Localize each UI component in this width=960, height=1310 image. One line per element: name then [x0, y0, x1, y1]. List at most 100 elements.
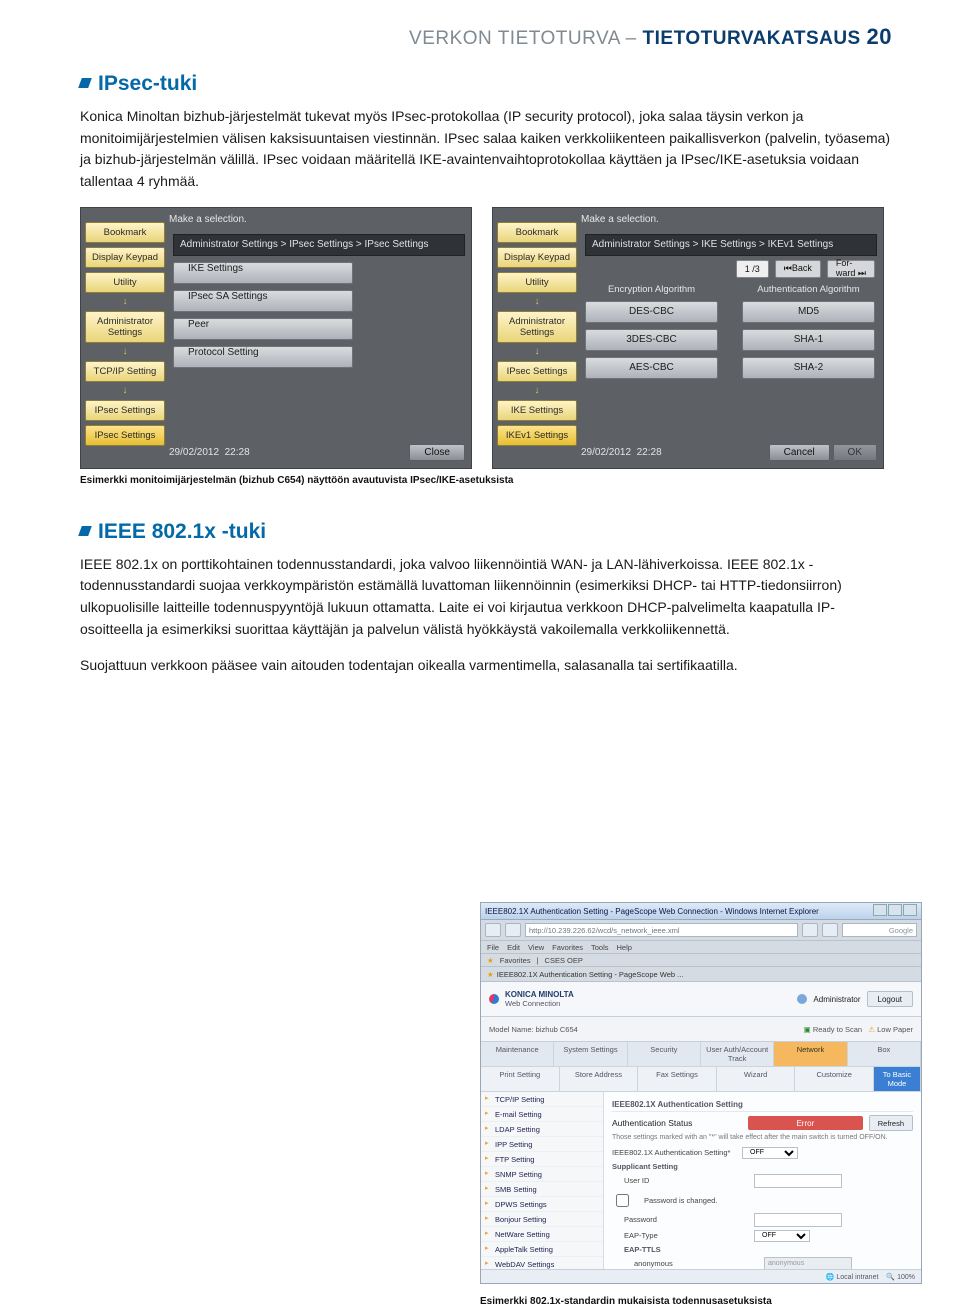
- close-icon[interactable]: [903, 904, 917, 916]
- browser-tab[interactable]: ★IEEE802.1X Authentication Setting - Pag…: [481, 967, 921, 982]
- panel1-date: 29/02/2012: [169, 447, 219, 458]
- leftnav-item[interactable]: E-mail Setting: [481, 1107, 603, 1122]
- menu-tools[interactable]: Tools: [591, 943, 609, 952]
- leftnav-item[interactable]: SNMP Setting: [481, 1167, 603, 1182]
- field-label: EAP-TTLS: [612, 1245, 754, 1254]
- cancel-button[interactable]: Cancel: [769, 444, 830, 461]
- sidebar-bookmark[interactable]: Bookmark: [497, 222, 577, 243]
- tab-network[interactable]: Network: [774, 1042, 847, 1066]
- leftnav-item[interactable]: SMB Setting: [481, 1182, 603, 1197]
- tab-security[interactable]: Security: [628, 1042, 701, 1066]
- refresh-button[interactable]: [802, 923, 818, 937]
- tab-tobasic[interactable]: To Basic Mode: [874, 1067, 921, 1091]
- menu-view[interactable]: View: [528, 943, 544, 952]
- form-row: EAP-TypeOFF: [612, 1228, 913, 1243]
- btn-md5[interactable]: MD5: [742, 301, 875, 323]
- sidebar-ikev1[interactable]: IKEv1 Settings: [497, 425, 577, 446]
- btn-sha2[interactable]: SHA-2: [742, 357, 875, 379]
- stop-button[interactable]: [822, 923, 838, 937]
- sidebar-ike[interactable]: IKE Settings: [497, 400, 577, 421]
- forward-button[interactable]: [505, 923, 521, 937]
- sidebar-utility[interactable]: Utility: [85, 272, 165, 293]
- leftnav-item[interactable]: DPWS Settings: [481, 1197, 603, 1212]
- sidebar-ipsec[interactable]: IPsec Settings: [497, 361, 577, 382]
- menu-file[interactable]: File: [487, 943, 499, 952]
- tab-store[interactable]: Store Address: [560, 1067, 639, 1091]
- maximize-icon[interactable]: [888, 904, 902, 916]
- select-ieee802-1x-authentication-setting-[interactable]: OFF: [742, 1147, 798, 1159]
- url-input[interactable]: http://10.239.226.62/wcd/s_network_ieee.…: [525, 923, 798, 937]
- sidebar-utility[interactable]: Utility: [497, 272, 577, 293]
- btn-aes-cbc[interactable]: AES-CBC: [585, 357, 718, 379]
- leftnav-item[interactable]: LDAP Setting: [481, 1122, 603, 1137]
- sidebar-tcpip[interactable]: TCP/IP Setting: [85, 361, 165, 382]
- auth-status-error: Error: [748, 1116, 863, 1130]
- refresh-button[interactable]: Refresh: [869, 1115, 913, 1131]
- btn-3des-cbc[interactable]: 3DES-CBC: [585, 329, 718, 351]
- form-row: Password is changed.: [612, 1189, 913, 1211]
- leftnav-item[interactable]: FTP Setting: [481, 1152, 603, 1167]
- sidebar-display-keypad[interactable]: Display Keypad: [85, 247, 165, 268]
- sidebar-admin[interactable]: Administrator Settings: [85, 311, 165, 343]
- panel2-content: Encryption Algorithm Authentication Algo…: [585, 262, 875, 436]
- tab-maintenance[interactable]: Maintenance: [481, 1042, 554, 1066]
- auth-status-label: Authentication Status: [612, 1118, 742, 1128]
- tab-fax[interactable]: Fax Settings: [638, 1067, 717, 1091]
- favorites-label[interactable]: Favorites: [500, 956, 531, 965]
- pagescope-header: KONICA MINOLTA Web Connection Administra…: [481, 982, 921, 1017]
- header-title: TIETOTURVAKATSAUS: [643, 28, 861, 49]
- field-label: EAP-Type: [612, 1231, 754, 1240]
- tab-box[interactable]: Box: [848, 1042, 921, 1066]
- panel1-instruction: Make a selection.: [169, 214, 247, 225]
- leftnav-item[interactable]: TCP/IP Setting: [481, 1092, 603, 1107]
- ie-menu: File Edit View Favorites Tools Help: [481, 941, 921, 954]
- btn-ipsec-sa[interactable]: IPsec SA Settings: [173, 290, 353, 312]
- logout-button[interactable]: Logout: [867, 991, 913, 1007]
- tab-userauth[interactable]: User Auth/Account Track: [701, 1042, 774, 1066]
- arrow-icon: ↓: [497, 347, 577, 357]
- page-header: VERKON TIETOTURVA – TIETOTURVAKATSAUS 20: [80, 24, 892, 50]
- panel2-footer: 29/02/2012 22:28 Cancel OK: [581, 444, 877, 462]
- sidebar-admin[interactable]: Administrator Settings: [497, 311, 577, 343]
- tab-customize[interactable]: Customize: [795, 1067, 874, 1091]
- field-label: Password: [612, 1215, 754, 1224]
- select-eap-type[interactable]: OFF: [754, 1230, 810, 1242]
- menu-help[interactable]: Help: [617, 943, 632, 952]
- sidebar-ipsec[interactable]: IPsec Settings: [85, 400, 165, 421]
- ok-button[interactable]: OK: [833, 444, 877, 461]
- search-input[interactable]: Google: [842, 923, 917, 937]
- product-label: Web Connection: [505, 999, 574, 1008]
- model-label: Model Name: bizhub C654: [489, 1025, 578, 1034]
- leftnav-item[interactable]: IPP Setting: [481, 1137, 603, 1152]
- tab-system[interactable]: System Settings: [554, 1042, 627, 1066]
- panel2-time: 22:28: [637, 447, 662, 458]
- tab-print[interactable]: Print Setting: [481, 1067, 560, 1091]
- btn-protocol[interactable]: Protocol Setting: [173, 346, 353, 368]
- section-8021x-body: IEEE 802.1x on porttikohtainen todennuss…: [80, 554, 892, 641]
- favorites-item[interactable]: CSES OEP: [545, 956, 583, 965]
- leftnav-item[interactable]: AppleTalk Setting: [481, 1242, 603, 1257]
- panel2-breadcrumb: Administrator Settings > IKE Settings > …: [585, 234, 877, 256]
- input-password[interactable]: [754, 1213, 842, 1227]
- btn-ike-settings[interactable]: IKE Settings: [173, 262, 353, 284]
- checkbox-password-is-changed-[interactable]: [616, 1194, 629, 1207]
- sidebar-ipsec-settings[interactable]: IPsec Settings: [85, 425, 165, 446]
- arrow-icon: ↓: [497, 297, 577, 307]
- sidebar-display-keypad[interactable]: Display Keypad: [497, 247, 577, 268]
- close-button[interactable]: Close: [409, 444, 465, 461]
- leftnav-item[interactable]: Bonjour Setting: [481, 1212, 603, 1227]
- menu-favorites[interactable]: Favorites: [552, 943, 583, 952]
- input-user-id[interactable]: [754, 1174, 842, 1188]
- section-8021x-title: IEEE 802.1x -tuki: [80, 520, 892, 544]
- back-button[interactable]: [485, 923, 501, 937]
- menu-edit[interactable]: Edit: [507, 943, 520, 952]
- tab-wizard[interactable]: Wizard: [717, 1067, 796, 1091]
- arrow-icon: ↓: [85, 386, 165, 396]
- btn-sha1[interactable]: SHA-1: [742, 329, 875, 351]
- btn-des-cbc[interactable]: DES-CBC: [585, 301, 718, 323]
- sidebar-bookmark[interactable]: Bookmark: [85, 222, 165, 243]
- panel1-content: IKE Settings IPsec SA Settings Peer Prot…: [173, 262, 463, 436]
- leftnav-item[interactable]: NetWare Setting: [481, 1227, 603, 1242]
- minimize-icon[interactable]: [873, 904, 887, 916]
- btn-peer[interactable]: Peer: [173, 318, 353, 340]
